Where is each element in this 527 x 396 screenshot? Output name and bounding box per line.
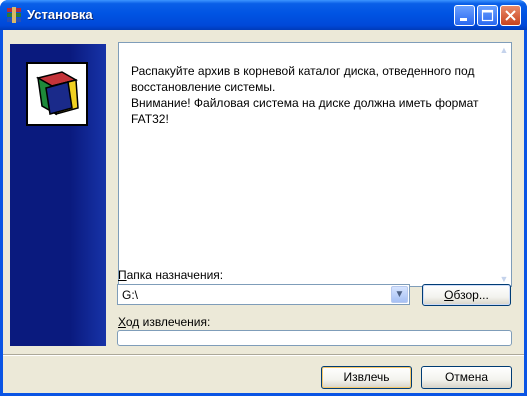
minimize-icon (460, 18, 467, 21)
destination-label: Папка назначения: (118, 268, 223, 282)
scroll-down-icon[interactable]: ▼ (499, 274, 509, 284)
installer-window: Установка Распакуйте архив в корневой ка… (0, 0, 527, 396)
extract-button[interactable]: Извлечь (321, 366, 412, 389)
archive-logo-icon (26, 62, 88, 126)
title-bar[interactable]: Установка (0, 0, 527, 30)
close-button[interactable] (500, 5, 521, 26)
progress-label-text: од извлечения: (125, 315, 211, 329)
winrar-icon (7, 7, 21, 23)
close-icon (505, 10, 516, 21)
destination-label-text: апка назначения: (126, 268, 224, 282)
maximize-button[interactable] (477, 5, 498, 26)
progress-label-mnemonic: Х (118, 315, 126, 329)
maximize-icon (481, 9, 494, 22)
dialog-body: Распакуйте архив в корневой каталог диск… (3, 30, 524, 393)
window-title: Установка (27, 7, 93, 22)
minimize-button[interactable] (454, 5, 475, 26)
destination-value: G:\ (122, 288, 139, 302)
chevron-down-icon[interactable]: ▼ (391, 286, 408, 303)
cancel-button[interactable]: Отмена (421, 366, 512, 389)
separator (3, 354, 524, 356)
instructions-text: Распакуйте архив в корневой каталог диск… (131, 64, 479, 126)
scroll-up-icon[interactable]: ▲ (499, 45, 509, 55)
browse-button[interactable]: Обзор... (422, 284, 511, 306)
side-banner (10, 44, 106, 346)
destination-combobox[interactable]: G:\ ▼ (117, 284, 410, 305)
browse-mnemonic: О (444, 288, 454, 302)
extraction-progress-bar (117, 330, 512, 346)
progress-label: Ход извлечения: (118, 315, 210, 329)
browse-label: бзор... (453, 288, 489, 302)
instructions-textbox[interactable]: Распакуйте архив в корневой каталог диск… (118, 42, 512, 287)
destination-label-mnemonic: П (118, 268, 127, 282)
